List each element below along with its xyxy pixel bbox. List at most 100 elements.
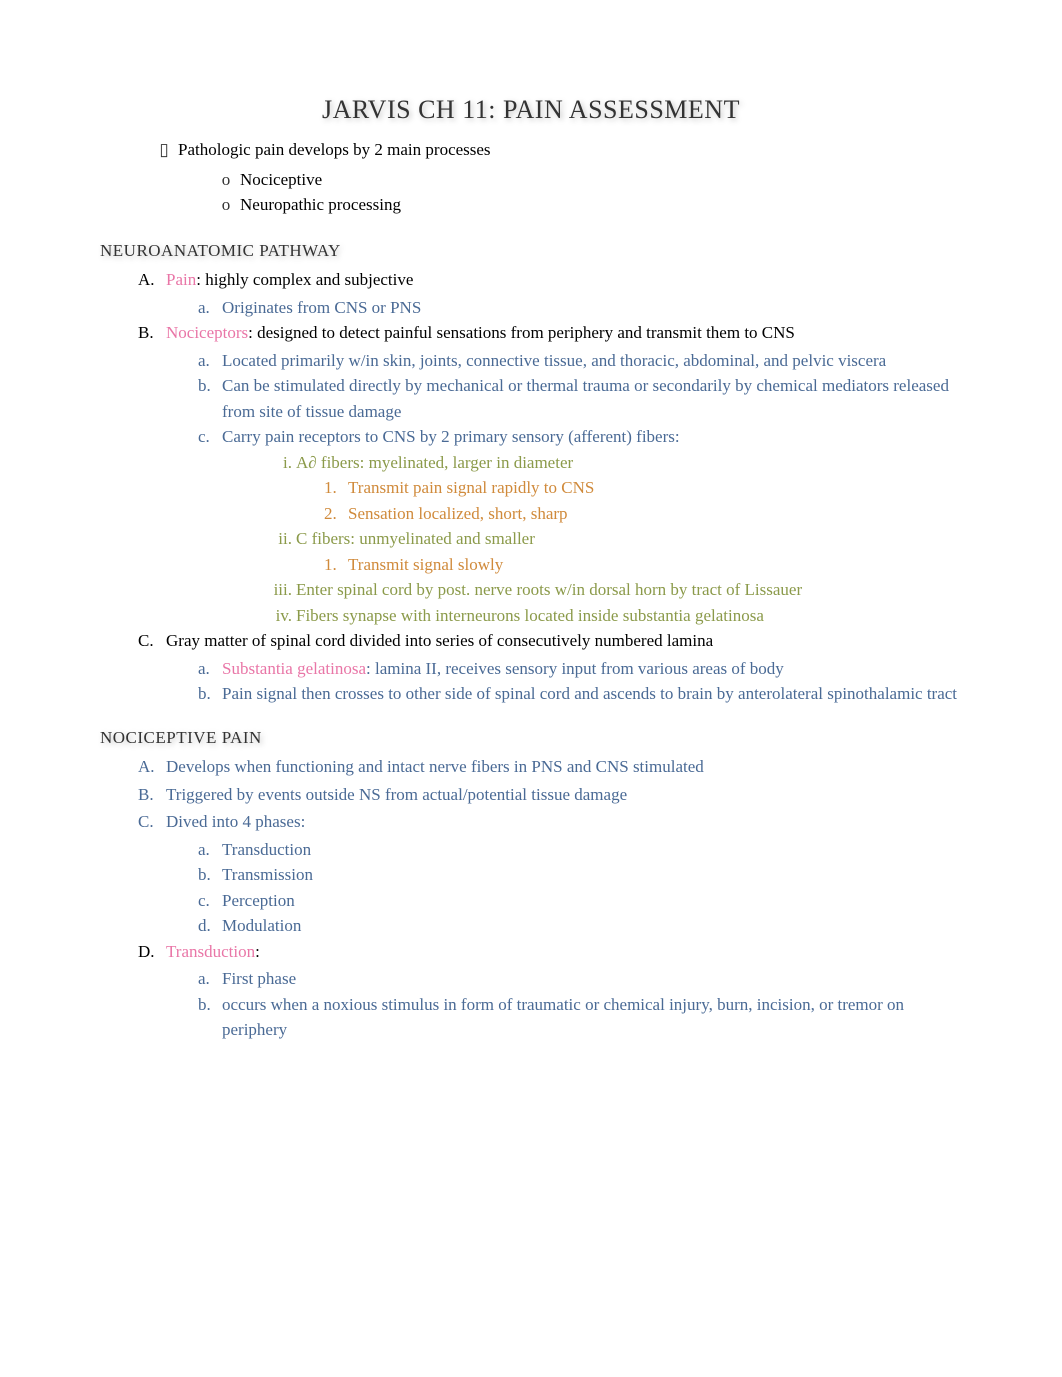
marker: C. (138, 628, 162, 654)
marker: 2. (324, 501, 344, 527)
list-item-a: a. First phase (198, 966, 962, 992)
list-item-1: 1. Transmit signal slowly (324, 552, 962, 578)
list-item-a: a. Located primarily w/in skin, joints, … (198, 348, 962, 374)
section-heading: NOCICEPTIVE PAIN (100, 725, 962, 751)
rest: : highly complex and subjective (196, 270, 413, 289)
item-text: Transmit signal slowly (348, 552, 962, 578)
item-text: Triggered by events outside NS from actu… (166, 782, 962, 808)
rest: : lamina II, receives sensory input from… (366, 659, 784, 678)
term: Transduction (166, 942, 255, 961)
term: Nociceptors (166, 323, 248, 342)
intro-bullet: ▯ Pathologic pain develops by 2 main pro… (150, 137, 962, 163)
list-item-ii: ii. C fibers: unmyelinated and smaller (262, 526, 962, 552)
item-text: Modulation (222, 913, 962, 939)
item-text: Dived into 4 phases: (166, 809, 962, 835)
marker: A. (138, 754, 162, 780)
item-content: Nociceptors: designed to detect painful … (166, 320, 962, 346)
intro-block: ▯ Pathologic pain develops by 2 main pro… (150, 137, 962, 218)
list-item-i: i. A∂ fibers: myelinated, larger in diam… (262, 450, 962, 476)
item-text: Originates from CNS or PNS (222, 295, 962, 321)
marker: C. (138, 809, 162, 835)
marker: d. (198, 913, 218, 939)
marker: A. (138, 267, 162, 293)
item-text: C fibers: unmyelinated and smaller (296, 526, 962, 552)
list-item-B: B. Triggered by events outside NS from a… (138, 782, 962, 808)
marker: B. (138, 782, 162, 808)
intro-sub: o Nociceptive (212, 167, 962, 193)
marker: c. (198, 424, 218, 450)
list-item-c: c. Carry pain receptors to CNS by 2 prim… (198, 424, 962, 450)
item-text: Fibers synapse with interneurons located… (296, 603, 962, 629)
item-text: Gray matter of spinal cord divided into … (166, 628, 962, 654)
item-text: Enter spinal cord by post. nerve roots w… (296, 577, 962, 603)
marker: a. (198, 966, 218, 992)
marker: b. (198, 862, 218, 888)
marker: a. (198, 656, 218, 682)
page-title: JARVIS CH 11: PAIN ASSESSMENT (100, 90, 962, 129)
list-item-iii: iii. Enter spinal cord by post. nerve ro… (262, 577, 962, 603)
item-text: First phase (222, 966, 962, 992)
item-text: Perception (222, 888, 962, 914)
marker: a. (198, 295, 218, 321)
rest: : (255, 942, 260, 961)
term: Pain (166, 270, 196, 289)
marker: 1. (324, 552, 344, 578)
item-content: Pain: highly complex and subjective (166, 267, 962, 293)
list-item-iv: iv. Fibers synapse with interneurons loc… (262, 603, 962, 629)
list-item-2: 2. Sensation localized, short, sharp (324, 501, 962, 527)
marker: D. (138, 939, 162, 965)
marker: b. (198, 373, 218, 399)
marker: a. (198, 348, 218, 374)
intro-sub: o Neuropathic processing (212, 192, 962, 218)
item-text: Transmit pain signal rapidly to CNS (348, 475, 962, 501)
list-item-b: b. Transmission (198, 862, 962, 888)
marker: i. (262, 450, 292, 476)
item-text: Develops when functioning and intact ner… (166, 754, 962, 780)
rest: : designed to detect painful sensations … (248, 323, 795, 342)
list-item-b: b. occurs when a noxious stimulus in for… (198, 992, 962, 1043)
item-content: Transduction: (166, 939, 962, 965)
list-item-b: b. Pain signal then crosses to other sid… (198, 681, 962, 707)
marker: B. (138, 320, 162, 346)
circle-icon: o (212, 167, 240, 193)
ordered-list-upper-alpha: A. Pain: highly complex and subjective a… (138, 267, 962, 707)
marker: b. (198, 681, 218, 707)
list-item-A: A. Develops when functioning and intact … (138, 754, 962, 780)
section-heading: NEUROANATOMIC PATHWAY (100, 238, 962, 264)
item-text: Transmission (222, 862, 962, 888)
marker: 1. (324, 475, 344, 501)
intro-text: Pathologic pain develops by 2 main proce… (178, 137, 962, 163)
item-text: Sensation localized, short, sharp (348, 501, 962, 527)
item-content: Substantia gelatinosa: lamina II, receiv… (222, 656, 962, 682)
item-text: Can be stimulated directly by mechanical… (222, 373, 962, 424)
item-text: Carry pain receptors to CNS by 2 primary… (222, 424, 962, 450)
term: Substantia gelatinosa (222, 659, 366, 678)
intro-sub-text: Neuropathic processing (240, 192, 962, 218)
list-item-a: a. Substantia gelatinosa: lamina II, rec… (198, 656, 962, 682)
marker: c. (198, 888, 218, 914)
marker: ii. (262, 526, 292, 552)
marker: iii. (262, 577, 292, 603)
list-item-d: d. Modulation (198, 913, 962, 939)
item-text: A∂ fibers: myelinated, larger in diamete… (296, 450, 962, 476)
marker: b. (198, 992, 218, 1018)
list-item-1: 1. Transmit pain signal rapidly to CNS (324, 475, 962, 501)
list-item-a: a. Transduction (198, 837, 962, 863)
list-item-b: b. Can be stimulated directly by mechani… (198, 373, 962, 424)
list-item-a: a. Originates from CNS or PNS (198, 295, 962, 321)
list-item-A: A. Pain: highly complex and subjective (138, 267, 962, 293)
intro-sub-text: Nociceptive (240, 167, 962, 193)
list-item-c: c. Perception (198, 888, 962, 914)
item-text: occurs when a noxious stimulus in form o… (222, 992, 962, 1043)
ordered-list-upper-alpha: A. Develops when functioning and intact … (138, 754, 962, 1043)
item-text: Located primarily w/in skin, joints, con… (222, 348, 962, 374)
list-item-C: C. Gray matter of spinal cord divided in… (138, 628, 962, 654)
list-item-B: B. Nociceptors: designed to detect painf… (138, 320, 962, 346)
list-item-C: C. Dived into 4 phases: (138, 809, 962, 835)
marker: a. (198, 837, 218, 863)
bullet-icon: ▯ (150, 137, 178, 163)
item-text: Transduction (222, 837, 962, 863)
marker: iv. (262, 603, 292, 629)
item-text: Pain signal then crosses to other side o… (222, 681, 962, 707)
circle-icon: o (212, 192, 240, 218)
